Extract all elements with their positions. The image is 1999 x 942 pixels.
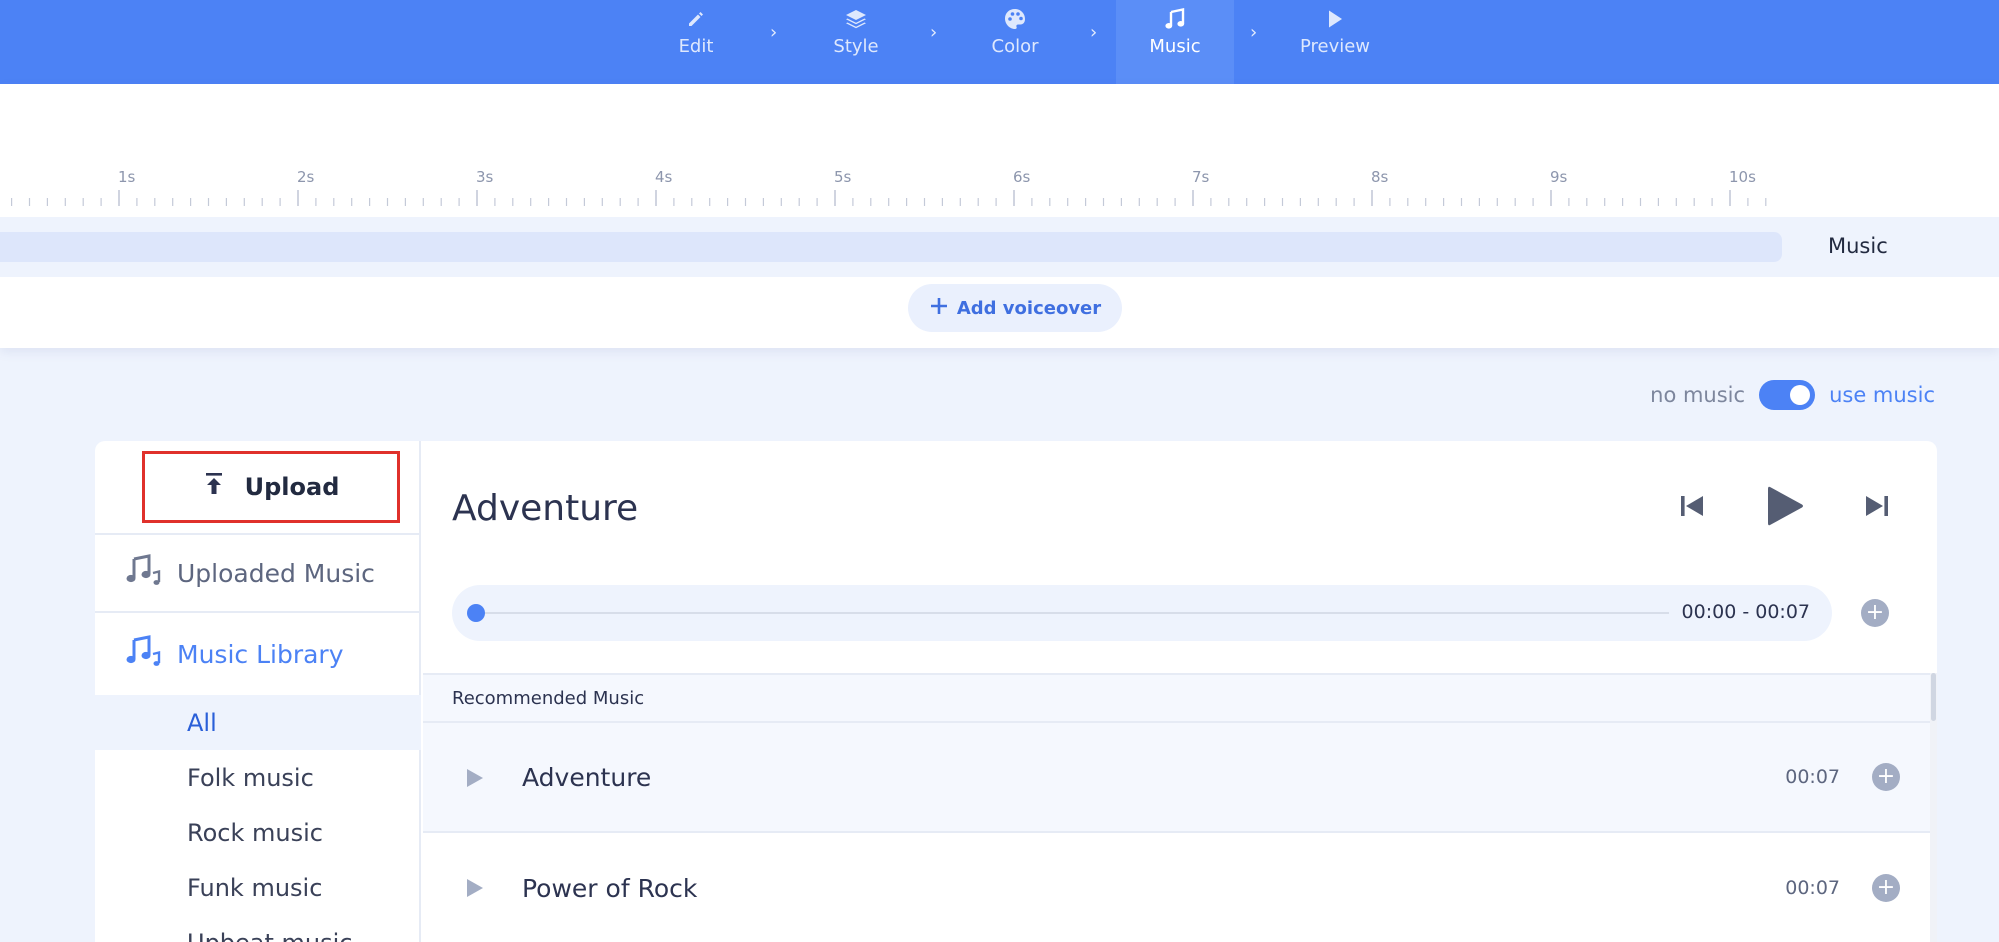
tick-label: 9s xyxy=(1550,168,1568,186)
step-edit[interactable]: Edit xyxy=(637,0,755,84)
skip-back-icon xyxy=(1680,495,1704,521)
tick-label: 8s xyxy=(1371,168,1389,186)
add-track-button[interactable]: + xyxy=(1861,599,1889,627)
category-rock[interactable]: Rock music xyxy=(95,805,421,860)
step-style[interactable]: Style xyxy=(797,0,915,84)
step-label: Style xyxy=(833,36,879,57)
layers-icon xyxy=(845,8,867,30)
category-funk[interactable]: Funk music xyxy=(95,860,421,915)
music-clip[interactable] xyxy=(0,232,1782,262)
chevron-right-icon: › xyxy=(770,22,778,43)
skip-forward-icon xyxy=(1865,495,1889,521)
tick-label: 1s xyxy=(118,168,136,186)
list-scrollbar[interactable] xyxy=(1930,673,1937,942)
track-row-adventure[interactable]: Adventure 00:07 + xyxy=(423,723,1930,833)
step-label: Preview xyxy=(1299,36,1371,57)
track-name: Power of Rock xyxy=(522,873,698,903)
sidebar-item-music-library[interactable]: Music Library xyxy=(95,613,421,695)
step-color[interactable]: Color xyxy=(956,0,1074,84)
upload-icon xyxy=(203,472,225,502)
next-track-button[interactable] xyxy=(1863,493,1891,523)
no-music-label[interactable]: no music xyxy=(1650,383,1745,407)
upload-label: Upload xyxy=(244,473,340,501)
tick-label: 3s xyxy=(476,168,494,186)
step-label: Music xyxy=(1149,36,1201,57)
sidebar-item-label: Uploaded Music xyxy=(177,558,375,588)
plus-icon xyxy=(929,296,949,321)
track-duration: 00:07 xyxy=(1785,877,1840,899)
play-button[interactable] xyxy=(1763,485,1807,531)
playback-progress[interactable]: 00:00 - 00:07 xyxy=(452,585,1832,641)
music-track-label: Music xyxy=(1828,234,1888,258)
music-track: Music xyxy=(0,217,1999,277)
step-preview[interactable]: Preview xyxy=(1276,0,1394,84)
time-ruler[interactable]: 1s 2s 3s 4s 5s 6s 7s 8s 9s 10s xyxy=(0,84,1999,214)
tick-label: 4s xyxy=(655,168,673,186)
recommended-header: Recommended Music xyxy=(423,673,1930,723)
scrollbar-thumb[interactable] xyxy=(1931,673,1936,721)
progress-handle[interactable] xyxy=(467,604,485,622)
track-name: Adventure xyxy=(522,762,652,792)
now-playing-title: Adventure xyxy=(452,488,639,529)
palette-icon xyxy=(1004,8,1026,30)
tick-label: 2s xyxy=(297,168,315,186)
plus-circle-icon: + xyxy=(1861,599,1889,627)
timeline: 1s 2s 3s 4s 5s 6s 7s 8s 9s 10s Music Add… xyxy=(0,84,1999,348)
music-sidebar: Upload Uploaded Music Music Library All … xyxy=(95,441,421,942)
tick-label: 6s xyxy=(1013,168,1031,186)
track-duration: 00:07 xyxy=(1785,766,1840,788)
music-panel: Upload Uploaded Music Music Library All … xyxy=(95,441,1937,942)
category-upbeat[interactable]: Upbeat music xyxy=(95,915,421,942)
track-row-power-of-rock[interactable]: Power of Rock 00:07 + xyxy=(423,833,1930,942)
use-music-label[interactable]: use music xyxy=(1829,383,1935,407)
music-library-icon xyxy=(125,554,161,592)
top-nav: Edit › Style › Color › Music › Preview xyxy=(0,0,1999,84)
add-voiceover-button[interactable]: Add voiceover xyxy=(908,284,1122,332)
play-icon xyxy=(1326,8,1344,30)
progress-track[interactable] xyxy=(474,612,1669,614)
music-library-icon xyxy=(125,635,161,673)
step-label: Edit xyxy=(678,36,714,57)
play-icon[interactable] xyxy=(465,877,485,903)
step-label: Color xyxy=(991,36,1039,57)
previous-track-button[interactable] xyxy=(1678,493,1706,523)
play-icon[interactable] xyxy=(465,767,485,793)
tick-label: 7s xyxy=(1192,168,1210,186)
music-toggle-row: no music use music xyxy=(1650,380,1935,410)
sidebar-item-uploaded-music[interactable]: Uploaded Music xyxy=(95,533,421,613)
play-icon xyxy=(1765,484,1805,532)
sidebar-item-label: Music Library xyxy=(177,639,344,669)
chevron-right-icon: › xyxy=(1090,22,1098,43)
chevron-right-icon: › xyxy=(930,22,938,43)
music-note-icon xyxy=(1164,8,1186,30)
category-all[interactable]: All xyxy=(95,695,421,750)
tick-label: 10s xyxy=(1729,168,1756,186)
upload-button[interactable]: Upload xyxy=(142,451,400,523)
category-folk[interactable]: Folk music xyxy=(95,750,421,805)
chevron-right-icon: › xyxy=(1250,22,1258,43)
playback-time: 00:00 - 00:07 xyxy=(1681,601,1810,623)
pencil-icon xyxy=(686,8,706,30)
music-toggle-switch[interactable] xyxy=(1759,380,1816,410)
plus-circle-icon[interactable]: + xyxy=(1872,874,1900,902)
plus-circle-icon[interactable]: + xyxy=(1872,763,1900,791)
tick-label: 5s xyxy=(834,168,852,186)
toggle-knob xyxy=(1790,385,1811,405)
add-voiceover-label: Add voiceover xyxy=(956,297,1102,319)
step-music[interactable]: Music xyxy=(1116,0,1234,84)
